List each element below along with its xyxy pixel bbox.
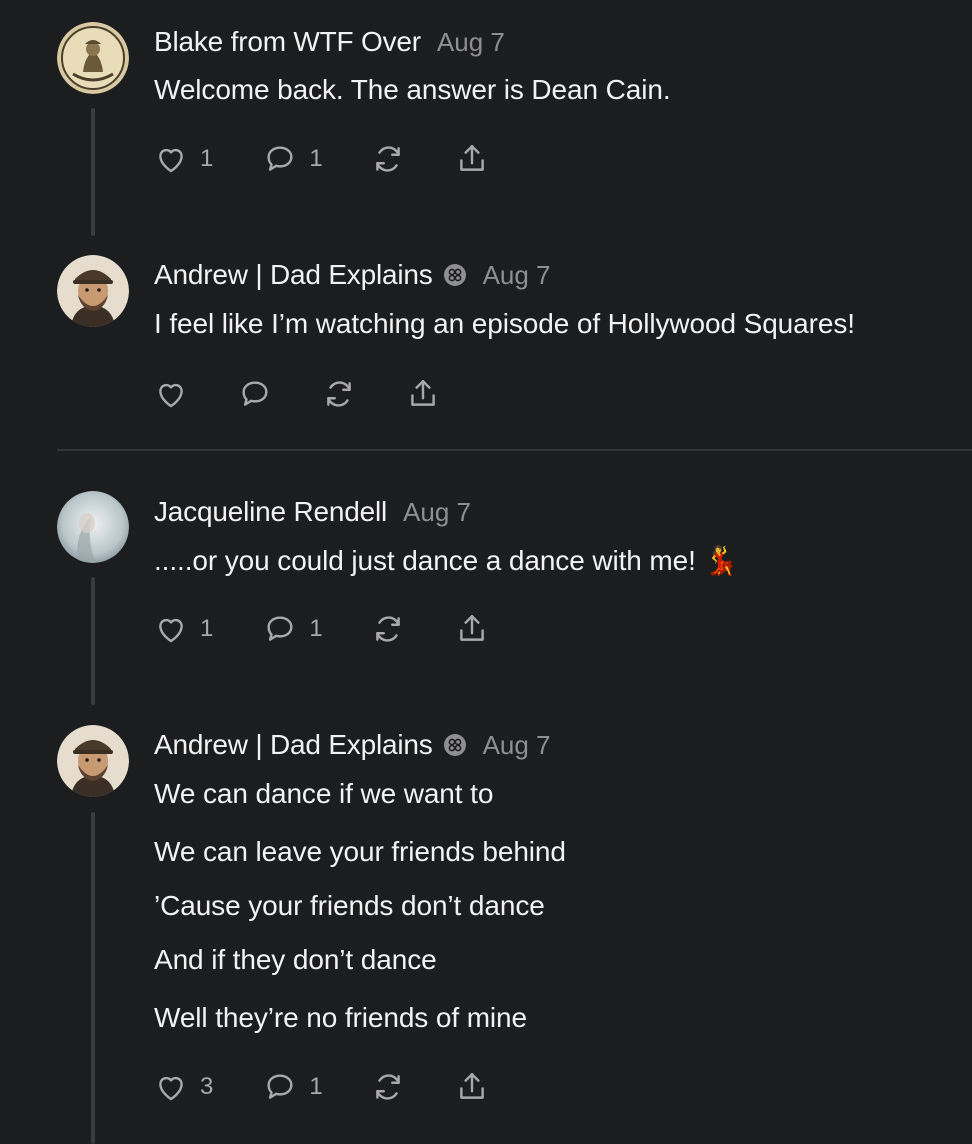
like-button[interactable]: 1 (154, 612, 213, 646)
share-button[interactable] (455, 142, 489, 176)
author-name[interactable]: Jacqueline Rendell (154, 496, 387, 528)
comment-date[interactable]: Aug 7 (483, 730, 551, 761)
comment-bubble-icon (267, 1074, 293, 1099)
comment-text-line: We can dance if we want to (154, 778, 494, 809)
restack-button[interactable] (371, 142, 405, 176)
comment-text-line: And if they don’t dance (154, 944, 437, 975)
thread-line (91, 812, 95, 1144)
share-icon (459, 1073, 484, 1099)
like-button[interactable]: 3 (154, 1070, 213, 1104)
subscriber-badge-icon (443, 264, 466, 286)
avatar[interactable] (57, 22, 129, 94)
reply-button[interactable]: 1 (263, 142, 323, 176)
heart-icon (159, 148, 183, 173)
comment-text: Welcome back. The answer is Dean Cain. (154, 74, 671, 105)
restack-button[interactable] (371, 1070, 405, 1104)
comment-header: Blake from WTF Over Aug 7 (154, 24, 505, 60)
heart-icon (159, 1076, 183, 1101)
like-button[interactable] (154, 377, 188, 411)
comment-actions: 3 1 (154, 1069, 489, 1105)
share-icon (459, 615, 484, 641)
restack-button[interactable] (322, 377, 356, 411)
reply-button[interactable]: 1 (263, 612, 323, 646)
reply-count: 1 (309, 615, 323, 642)
comment-header: Andrew | Dad Explains Aug 7 (154, 727, 551, 763)
author-name[interactable]: Andrew | Dad Explains (154, 259, 433, 291)
restack-button[interactable] (371, 612, 405, 646)
thread-line (91, 108, 95, 236)
heart-icon (159, 618, 183, 643)
comment-header: Jacqueline Rendell Aug 7 (154, 494, 471, 530)
thread-divider (57, 449, 972, 451)
subscriber-badge-icon (443, 734, 466, 756)
share-icon (459, 145, 484, 171)
author-name[interactable]: Andrew | Dad Explains (154, 729, 433, 761)
comment-bubble-icon (267, 616, 293, 641)
share-button[interactable] (455, 1070, 489, 1104)
like-count: 1 (200, 145, 214, 172)
restack-icon (375, 146, 400, 172)
comments-thread: Blake from WTF Over Aug 7 Welcome back. … (0, 0, 972, 1144)
comment-date[interactable]: Aug 7 (403, 497, 471, 528)
avatar[interactable] (57, 255, 129, 327)
comment-text-line: Well they’re no friends of mine (154, 1002, 527, 1033)
like-button[interactable]: 1 (154, 142, 213, 176)
avatar[interactable] (57, 491, 129, 563)
comment-text-line: We can leave your friends behind (154, 836, 566, 867)
share-button[interactable] (406, 377, 440, 411)
comment-bubble-icon (242, 381, 268, 406)
comment-date[interactable]: Aug 7 (437, 27, 505, 58)
comment-header: Andrew | Dad Explains Aug 7 (154, 257, 551, 293)
comment-actions: 1 1 (154, 141, 489, 177)
reply-count: 1 (309, 145, 323, 172)
share-button[interactable] (455, 612, 489, 646)
share-icon (411, 380, 435, 406)
restack-icon (327, 381, 351, 407)
avatar[interactable] (57, 725, 129, 797)
comment-bubble-icon (267, 146, 293, 171)
like-count: 3 (200, 1073, 214, 1100)
comment-actions (154, 376, 440, 412)
restack-icon (375, 616, 400, 642)
reply-button[interactable] (238, 377, 272, 411)
reply-count: 1 (309, 1073, 323, 1100)
comment-text: I feel like I’m watching an episode of H… (154, 308, 855, 339)
heart-icon (159, 383, 183, 408)
comment-date[interactable]: Aug 7 (483, 260, 551, 291)
comment-text-line: ’Cause your friends don’t dance (154, 890, 545, 921)
comment-text: .....or you could just dance a dance wit… (154, 545, 739, 576)
restack-icon (375, 1074, 400, 1100)
thread-line (91, 577, 95, 705)
author-name[interactable]: Blake from WTF Over (154, 26, 421, 58)
comment-actions: 1 1 (154, 611, 489, 647)
like-count: 1 (200, 615, 214, 642)
reply-button[interactable]: 1 (263, 1070, 323, 1104)
